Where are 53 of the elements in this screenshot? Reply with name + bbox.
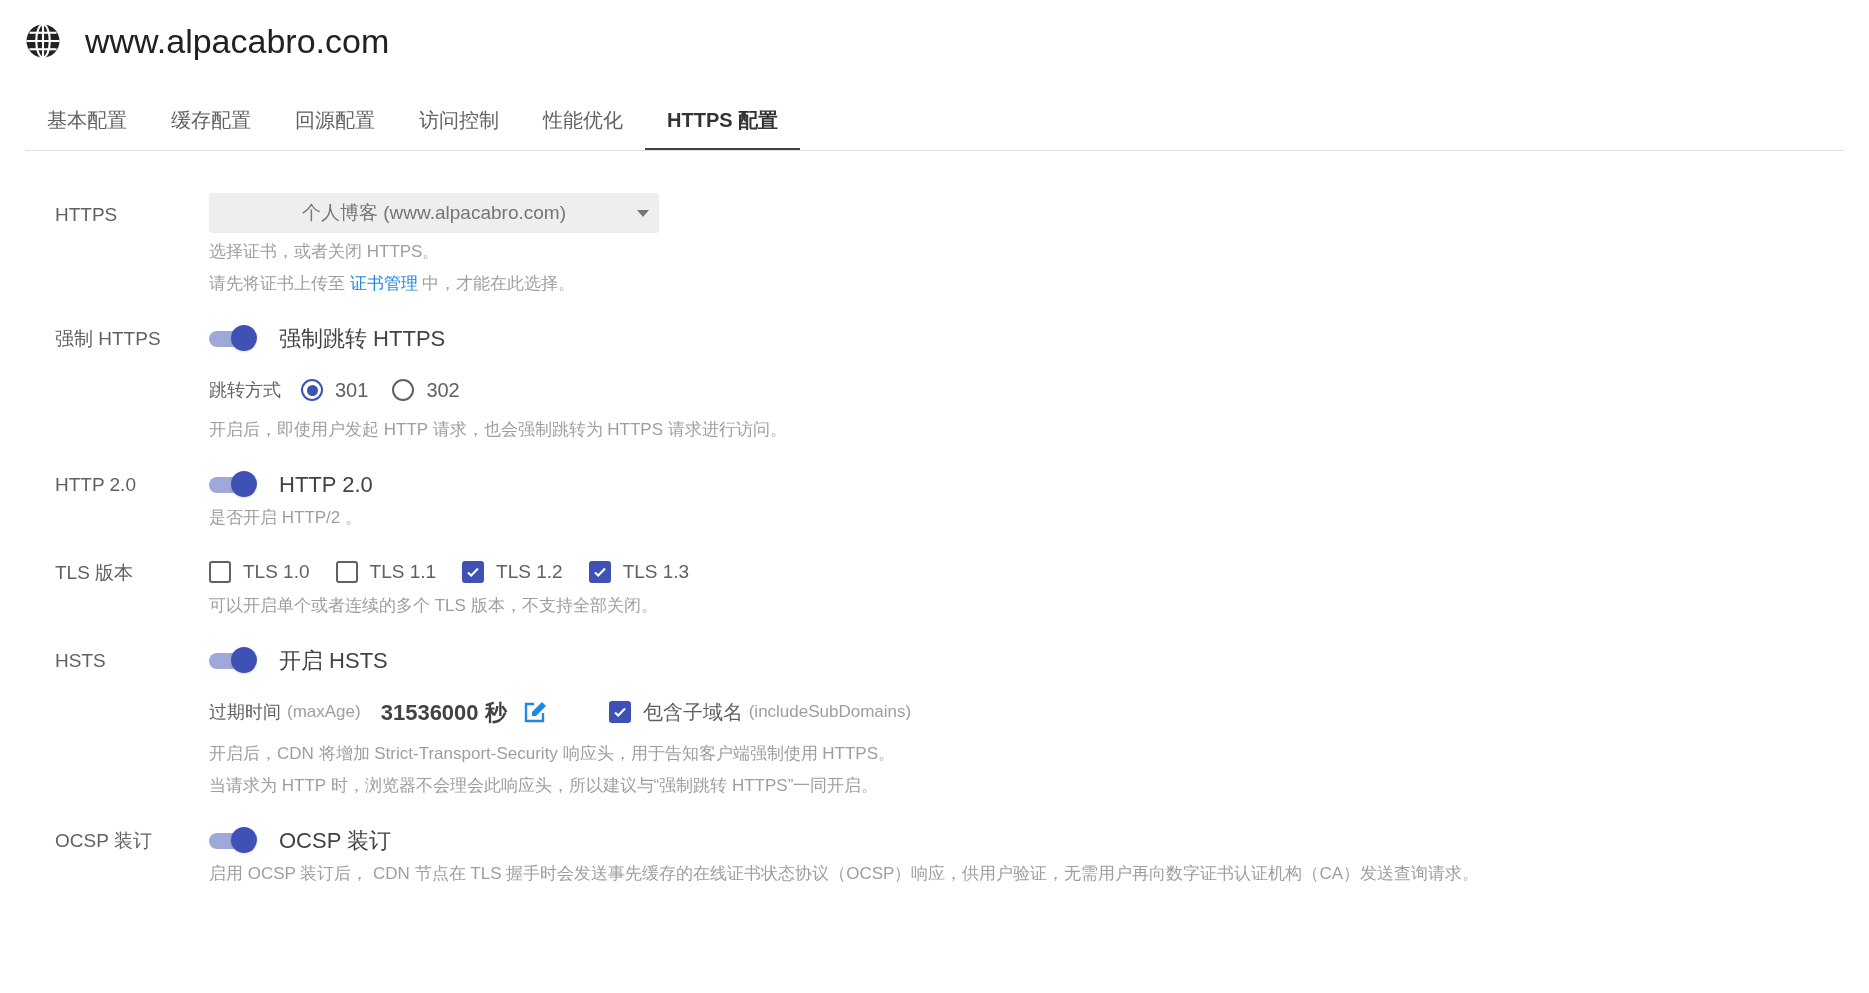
certificate-link[interactable]: 证书管理	[349, 274, 418, 293]
checkbox[interactable]	[462, 561, 485, 583]
setting-label: OCSP 装订	[55, 830, 152, 851]
radio-button[interactable]	[301, 379, 323, 401]
radio-button[interactable]	[392, 379, 415, 401]
dropdown-caret-icon	[637, 210, 649, 217]
tab[interactable]: 访问控制	[397, 92, 521, 150]
toggle-switch[interactable]	[209, 827, 257, 853]
hint-text: 可以开启单个或者连续的多个 TLS 版本，不支持全部关闭。	[209, 595, 659, 617]
checkbox[interactable]	[588, 561, 611, 583]
checkbox[interactable]	[608, 701, 631, 723]
checkbox-label: TLS 1.2	[496, 559, 563, 584]
site-title: www.alpacabro.com	[85, 20, 390, 62]
setting-label: 强制 HTTPS	[55, 328, 161, 349]
switch-label: 强制跳转 HTTPS	[279, 324, 446, 353]
tab[interactable]: 缓存配置	[149, 92, 273, 150]
globe-icon	[25, 23, 61, 59]
hint-text: 开启后，即使用户发起 HTTP 请求，也会强制跳转为 HTTPS 请求进行访问。	[209, 419, 787, 441]
checkbox[interactable]	[209, 561, 231, 583]
max-age-hint: (maxAge)	[287, 701, 361, 724]
hint-text: 是否开启 HTTP/2 。	[209, 507, 363, 529]
max-age-value: 31536000 秒	[380, 698, 507, 727]
switch-label: OCSP 装订	[279, 826, 392, 855]
tab[interactable]: 性能优化	[521, 92, 645, 150]
toggle-switch[interactable]	[209, 471, 257, 497]
checkbox[interactable]	[335, 561, 358, 583]
radio-label: 301	[335, 378, 369, 403]
switch-label: HTTP 2.0	[279, 470, 373, 499]
hint-text: 当请求为 HTTP 时，浏览器不会理会此响应头，所以建议与“强制跳转 HTTPS”一同开启。	[209, 775, 880, 797]
checkbox-label: TLS 1.3	[622, 559, 690, 584]
hint-text: 选择证书，或者关闭 HTTPS。	[209, 241, 441, 263]
setting-label: TLS 版本	[55, 562, 134, 583]
hint-text: 开启后，CDN 将增加 Strict-Transport-Security 响应头，用于告知客户端强制使用 HTTPS。	[209, 743, 897, 765]
setting-label: HTTPS	[55, 204, 118, 225]
hint-text: 启用 OCSP 装订后， CDN 节点在 TLS 握手时会发送事先缓存的在线证书状态协议（OCSP）响应，供用户验证，无需用户再向数字证书认证机构（CA）发送查询请求。	[209, 863, 1479, 885]
subdomains-hint: (includeSubDomains)	[748, 701, 912, 724]
max-age-label: 过期时间	[209, 700, 281, 724]
checkbox-label: TLS 1.1	[369, 559, 437, 584]
radio-group-label: 跳转方式	[209, 378, 281, 402]
tab[interactable]: 回源配置	[273, 92, 397, 150]
certificate-select[interactable]: 个人博客 (www.alpacabro.com)	[209, 193, 659, 233]
setting-label: HTTP 2.0	[55, 474, 136, 495]
checkbox-label: TLS 1.0	[243, 559, 310, 584]
tab[interactable]: HTTPS 配置	[645, 92, 801, 150]
subdomains-label: 包含子域名	[642, 700, 743, 725]
hint-text: 请先将证书上传至 证书管理 中，才能在此选择。	[209, 273, 577, 295]
radio-label: 302	[426, 378, 460, 403]
switch-label: 开启 HSTS	[279, 646, 388, 675]
toggle-switch[interactable]	[209, 647, 257, 673]
setting-label: HSTS	[55, 650, 106, 671]
edit-icon[interactable]	[522, 701, 547, 723]
toggle-switch[interactable]	[209, 325, 257, 351]
tab[interactable]: 基本配置	[25, 92, 149, 150]
